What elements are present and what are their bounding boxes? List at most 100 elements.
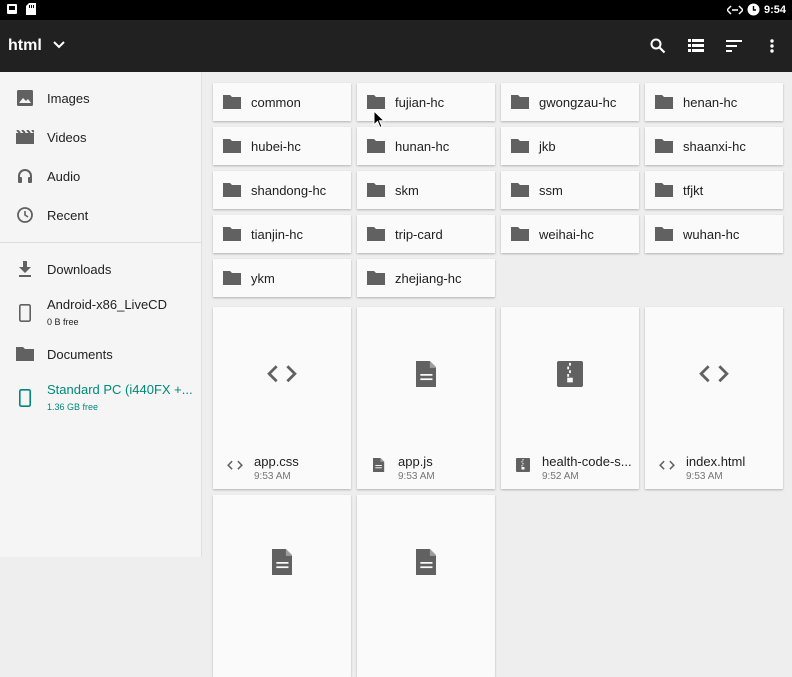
folder-item[interactable]: jkb <box>501 127 639 165</box>
drawer-item-downloads[interactable]: Downloads <box>0 251 202 287</box>
folder-icon <box>223 182 241 198</box>
folder-item[interactable]: weihai-hc <box>501 215 639 253</box>
archive-icon <box>557 360 583 392</box>
list-view-icon <box>688 39 704 52</box>
folder-icon <box>511 226 529 242</box>
folder-icon <box>655 226 673 242</box>
drawer-item-videos[interactable]: Videos <box>0 119 202 155</box>
folder-item[interactable]: hunan-hc <box>357 127 495 165</box>
folder-name: ssm <box>539 182 563 198</box>
folder-icon <box>655 138 673 154</box>
file-name: index.html <box>686 454 746 469</box>
folder-icon <box>223 270 241 286</box>
more-options-button[interactable] <box>762 34 782 58</box>
drawer-item-audio[interactable]: Audio <box>0 158 202 194</box>
drawer-item-sublabel: 1.36 GB free <box>47 402 99 412</box>
chevron-down-icon[interactable] <box>52 38 66 52</box>
file-thumbnail <box>357 495 495 633</box>
folder-item[interactable]: common <box>213 83 351 121</box>
file-name: health-code-s... <box>542 454 632 469</box>
folder-icon <box>367 94 385 110</box>
archive-icon <box>515 457 531 473</box>
file-card[interactable] <box>213 495 351 677</box>
file-thumbnail <box>357 307 495 445</box>
clock-icon <box>15 205 35 225</box>
search-button[interactable] <box>648 34 668 58</box>
image-icon <box>15 88 35 108</box>
folder-item[interactable]: tianjin-hc <box>213 215 351 253</box>
folder-name: common <box>251 94 301 110</box>
list-view-button[interactable] <box>686 34 706 58</box>
folder-item[interactable]: ykm <box>213 259 351 297</box>
code-icon <box>267 364 297 389</box>
folder-icon <box>15 344 35 364</box>
code-icon <box>659 457 675 473</box>
phone-icon <box>15 388 35 408</box>
drawer-item-images[interactable]: Images <box>0 80 202 116</box>
folder-icon <box>511 94 529 110</box>
file-card[interactable]: app.js 9:53 AM <box>357 307 495 489</box>
folder-item[interactable]: ssm <box>501 171 639 209</box>
drawer-item-documents[interactable]: Documents <box>0 336 202 372</box>
folder-icon <box>223 138 241 154</box>
folder-name: skm <box>395 182 419 198</box>
folder-item[interactable]: hubei-hc <box>213 127 351 165</box>
folder-item[interactable]: shaanxi-hc <box>645 127 783 165</box>
folder-name: zhejiang-hc <box>395 270 462 286</box>
file-thumbnail <box>501 307 639 445</box>
more-vert-icon <box>770 39 774 53</box>
drawer-item-standard-pc[interactable]: Standard PC (i440FX +... 1.36 GB free <box>0 379 202 417</box>
drawer-item-label: Documents <box>47 346 113 362</box>
download-icon <box>15 259 35 279</box>
folder-item[interactable]: zhejiang-hc <box>357 259 495 297</box>
document-icon <box>271 548 293 580</box>
navigation-drawer: Images Videos Audio Recent Downloads And… <box>0 72 202 557</box>
drawer-item-livecd[interactable]: Android-x86_LiveCD 0 B free <box>0 294 202 332</box>
drawer-item-label: Downloads <box>47 261 112 277</box>
folder-item[interactable]: skm <box>357 171 495 209</box>
folder-name: tfjkt <box>683 182 704 198</box>
alarm-icon <box>747 3 760 16</box>
headphones-icon <box>15 166 35 186</box>
sd-card-icon <box>26 3 36 15</box>
sort-button[interactable] <box>724 34 744 58</box>
file-modified-time: 9:52 AM <box>542 471 579 482</box>
folder-item[interactable]: wuhan-hc <box>645 215 783 253</box>
file-card[interactable]: index.html 9:53 AM <box>645 307 783 489</box>
drawer-item-recent[interactable]: Recent <box>0 197 202 233</box>
drawer-item-label: Videos <box>47 129 87 145</box>
drawer-item-sublabel: 0 B free <box>47 317 79 327</box>
folder-name: jkb <box>539 138 556 154</box>
sort-icon <box>726 40 742 52</box>
folder-icon <box>511 182 529 198</box>
folder-name: trip-card <box>395 226 443 242</box>
file-modified-time: 9:53 AM <box>686 471 723 482</box>
drawer-item-label: Images <box>47 90 90 106</box>
notification-icon <box>7 4 17 14</box>
file-card[interactable] <box>357 495 495 677</box>
folder-item[interactable]: tfjkt <box>645 171 783 209</box>
folder-icon <box>367 226 385 242</box>
drawer-item-label: Audio <box>47 168 81 184</box>
file-card[interactable]: health-code-s... 9:52 AM <box>501 307 639 489</box>
drawer-item-label: Standard PC (i440FX +... <box>47 382 193 397</box>
folder-name: wuhan-hc <box>683 226 740 242</box>
movie-icon <box>15 127 35 147</box>
status-time: 9:54 <box>763 3 786 16</box>
folder-item[interactable]: gwongzau-hc <box>501 83 639 121</box>
file-card[interactable]: app.css 9:53 AM <box>213 307 351 489</box>
file-thumbnail <box>213 307 351 445</box>
folder-title[interactable]: html <box>8 37 42 55</box>
folder-item[interactable]: trip-card <box>357 215 495 253</box>
code-icon <box>227 457 243 473</box>
drawer-item-label: Recent <box>47 207 89 223</box>
file-thumbnail <box>645 307 783 445</box>
folder-name: gwongzau-hc <box>539 94 617 110</box>
folder-icon <box>655 94 673 110</box>
folder-item[interactable]: henan-hc <box>645 83 783 121</box>
file-thumbnail <box>213 495 351 633</box>
document-icon <box>415 360 437 392</box>
phone-icon <box>15 303 35 323</box>
folder-item[interactable]: shandong-hc <box>213 171 351 209</box>
drawer-divider <box>0 242 202 243</box>
